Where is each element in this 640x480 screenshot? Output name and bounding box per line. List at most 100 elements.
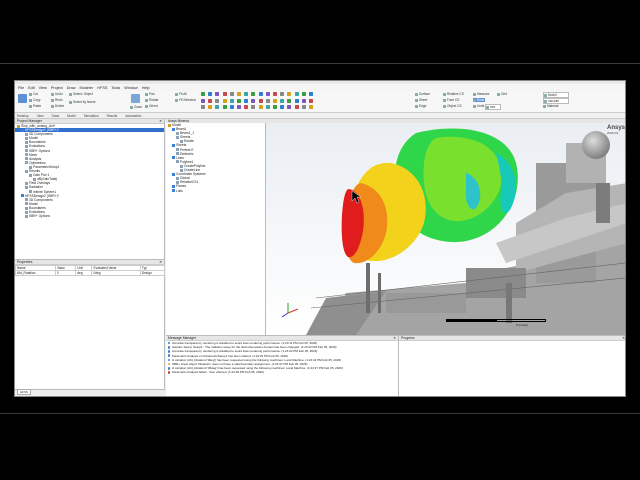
draw-tool-icon[interactable] bbox=[273, 105, 277, 109]
ruler-button[interactable]: Ruler bbox=[473, 98, 485, 102]
draw-tool-icon[interactable] bbox=[201, 105, 205, 109]
draw-tool-icon[interactable] bbox=[251, 105, 256, 109]
modeler-3d-view[interactable]: Ansys 2026 R1 5 (meter) bbox=[266, 123, 625, 335]
draw-tool-icon[interactable] bbox=[222, 92, 227, 96]
message-line[interactable]: Parametric Analysis failed - User aborte… bbox=[166, 370, 398, 374]
draw-tool-icon[interactable] bbox=[287, 92, 292, 96]
draw-tool-icon[interactable] bbox=[280, 105, 285, 109]
draw-tool-icon[interactable] bbox=[309, 105, 313, 109]
tab-view[interactable]: View bbox=[37, 114, 44, 118]
draw-tool-icon[interactable] bbox=[265, 98, 270, 103]
close-icon[interactable]: ✕ bbox=[393, 336, 396, 340]
draw-tool-icon[interactable] bbox=[237, 98, 241, 103]
table-cell[interactable]: 0 bbox=[54, 270, 77, 276]
measure-button[interactable]: Measure bbox=[473, 92, 489, 96]
table-row[interactable]: Afd_Rotation 0 deg 0deg Design bbox=[15, 270, 166, 276]
menu-file[interactable]: File bbox=[18, 86, 24, 90]
select-by-name-button[interactable]: Select by Name bbox=[69, 100, 96, 104]
menu-help[interactable]: Help bbox=[142, 86, 150, 90]
tab-simulation[interactable]: Simulation bbox=[84, 114, 99, 118]
menu-project[interactable]: Project bbox=[51, 86, 63, 90]
object-cs-button[interactable]: Object CS bbox=[443, 104, 462, 108]
tab-desktop[interactable]: Desktop bbox=[17, 114, 29, 118]
draw-tool-icon[interactable] bbox=[301, 105, 306, 109]
draw-tool-icon[interactable] bbox=[229, 92, 234, 96]
draw-tool-icon[interactable] bbox=[208, 92, 213, 96]
grid-button[interactable]: Grid bbox=[497, 92, 507, 96]
menu-draw[interactable]: Draw bbox=[67, 86, 76, 90]
draw-tool-icon[interactable] bbox=[265, 92, 270, 96]
tab-automation[interactable]: Automation bbox=[125, 114, 141, 118]
select-mode-dropdown[interactable]: Select: Object bbox=[69, 92, 93, 96]
close-icon[interactable]: ✕ bbox=[622, 336, 625, 340]
draw-tool-icon[interactable] bbox=[237, 92, 241, 96]
draw-tool-icon[interactable] bbox=[215, 105, 220, 109]
surface-button[interactable]: Surface bbox=[415, 92, 430, 96]
draw-tool-icon[interactable] bbox=[301, 98, 306, 103]
save-icon[interactable] bbox=[18, 94, 27, 103]
draw-tool-icon[interactable] bbox=[301, 92, 306, 96]
menu-window[interactable]: Window bbox=[124, 86, 138, 90]
menu-view[interactable]: View bbox=[39, 86, 47, 90]
menu-modeler[interactable]: Modeler bbox=[80, 86, 94, 90]
draw-tool-icon[interactable] bbox=[273, 98, 277, 103]
draw-tool-icon[interactable] bbox=[309, 92, 313, 96]
edge-button[interactable]: Edge bbox=[415, 104, 426, 108]
relative-cs-button[interactable]: Relative CS bbox=[443, 92, 464, 96]
fit-selected-button[interactable]: Fit Selected bbox=[175, 98, 196, 102]
copy-button[interactable]: Copy bbox=[29, 98, 40, 102]
tree-item[interactable]: SBR+ Options bbox=[15, 214, 164, 218]
draw-tool-icon[interactable] bbox=[244, 98, 249, 103]
draw-tool-icon[interactable] bbox=[294, 92, 299, 96]
draw-tool-icon[interactable] bbox=[208, 105, 213, 109]
tab-draw[interactable]: Draw bbox=[52, 114, 59, 118]
orient-button[interactable]: Orient bbox=[145, 104, 158, 108]
draw-tool-icon[interactable] bbox=[215, 92, 220, 96]
tree-item[interactable]: Lists bbox=[166, 189, 265, 193]
draw-tool-icon[interactable] bbox=[273, 92, 277, 96]
close-icon[interactable]: ✕ bbox=[159, 260, 162, 264]
fit-all-button[interactable]: Fit All bbox=[175, 92, 187, 96]
draw-tool-icon[interactable] bbox=[265, 105, 270, 109]
undo-button[interactable]: Undo bbox=[51, 92, 63, 96]
sheet-button[interactable]: Sheet bbox=[415, 98, 427, 102]
draw-tool-icon[interactable] bbox=[287, 98, 292, 103]
draw-tool-icon[interactable] bbox=[251, 98, 256, 103]
tab-model[interactable]: Model bbox=[67, 114, 76, 118]
menu-hfss[interactable]: HFSS bbox=[97, 86, 107, 90]
delete-button[interactable]: Delete bbox=[51, 104, 64, 108]
menu-edit[interactable]: Edit bbox=[28, 86, 35, 90]
draw-tool-icon[interactable] bbox=[294, 105, 299, 109]
draw-tool-icon[interactable] bbox=[280, 98, 285, 103]
draw-tool-icon[interactable] bbox=[201, 98, 205, 103]
draw-tool-icon[interactable] bbox=[222, 98, 227, 103]
draw-tool-icon[interactable] bbox=[237, 105, 241, 109]
redo-button[interactable]: Redo bbox=[51, 98, 63, 102]
draw-tool-icon[interactable] bbox=[287, 105, 292, 109]
draw-tool-icon[interactable] bbox=[215, 98, 220, 103]
menu-tools[interactable]: Tools bbox=[111, 86, 120, 90]
draw-tool-icon[interactable] bbox=[244, 92, 249, 96]
draw-tool-icon[interactable] bbox=[222, 105, 227, 109]
draw-tool-icon[interactable] bbox=[280, 92, 285, 96]
draw-tool-icon[interactable] bbox=[229, 98, 234, 103]
draw-tool-icon[interactable] bbox=[201, 92, 205, 96]
draw-tool-icon[interactable] bbox=[244, 105, 249, 109]
draw-tool-icon[interactable] bbox=[309, 98, 313, 103]
close-icon[interactable]: ✕ bbox=[159, 119, 162, 123]
tab-results[interactable]: Results bbox=[107, 114, 118, 118]
zoom-icon[interactable] bbox=[131, 94, 140, 103]
rotate-button[interactable]: Rotate bbox=[145, 98, 158, 102]
tab-hfss[interactable]: HFSS bbox=[17, 389, 32, 395]
draw-tool-icon[interactable] bbox=[258, 105, 263, 109]
draw-tool-icon[interactable] bbox=[208, 98, 213, 103]
draw-tool-icon[interactable] bbox=[294, 98, 299, 103]
paste-button[interactable]: Paste bbox=[29, 104, 41, 108]
draw-tool-icon[interactable] bbox=[258, 92, 263, 96]
draw-tool-icon[interactable] bbox=[251, 92, 256, 96]
pan-button[interactable]: Pan bbox=[145, 92, 155, 96]
face-cs-button[interactable]: Face CS bbox=[443, 98, 459, 102]
draw-tool-icon[interactable] bbox=[229, 105, 234, 109]
units-dropdown[interactable]: mm bbox=[485, 104, 501, 110]
cut-button[interactable]: Cut bbox=[29, 92, 38, 96]
